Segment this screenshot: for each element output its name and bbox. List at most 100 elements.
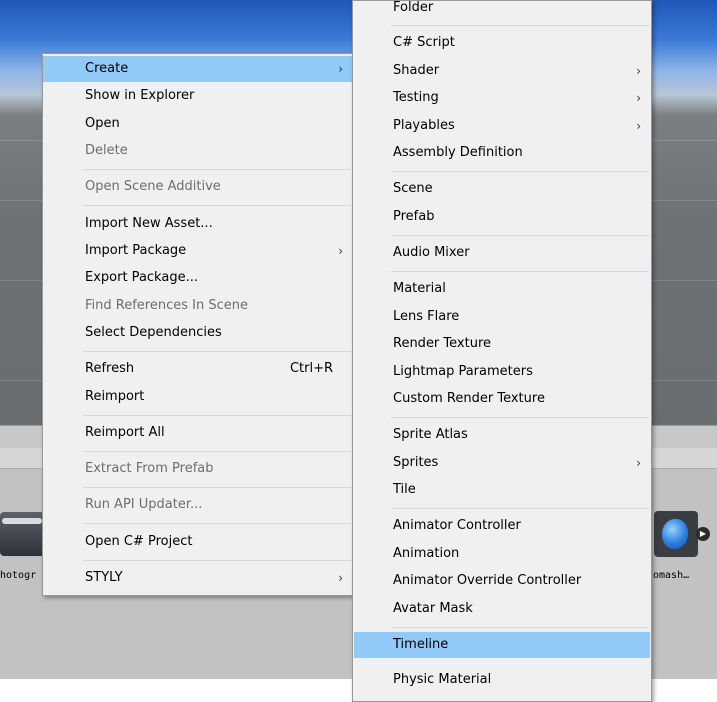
submenu-arrow-icon: › <box>636 91 641 105</box>
menu-item-label: Find References In Scene <box>85 298 248 313</box>
menu-item-refresh[interactable]: Refresh Ctrl+R <box>43 356 353 382</box>
menu-item-label: Custom Render Texture <box>393 391 545 406</box>
asset-thumbnail[interactable] <box>654 511 698 557</box>
menu-item-open-csharp-project[interactable]: Open C# Project <box>43 529 353 555</box>
menu-item-open-scene-additive: Open Scene Additive <box>43 174 353 200</box>
asset-thumbnail[interactable] <box>0 512 46 556</box>
menu-item-label: Open C# Project <box>85 534 193 549</box>
menu-item-animator-controller[interactable]: Animator Controller <box>353 513 651 539</box>
menu-item-label: Reimport All <box>85 425 165 440</box>
menu-item-physic-material[interactable]: Physic Material <box>353 667 651 693</box>
menu-separator <box>83 351 351 352</box>
menu-item-delete: Delete <box>43 138 353 164</box>
menu-item-sprite-atlas[interactable]: Sprite Atlas <box>353 422 651 448</box>
menu-item-label: Select Dependencies <box>85 325 222 340</box>
menu-item-label: Prefab <box>393 209 435 224</box>
menu-item-import-package[interactable]: Import Package › <box>43 238 353 264</box>
menu-item-label: Run API Updater... <box>85 497 203 512</box>
menu-item-sprites[interactable]: Sprites › <box>353 450 651 476</box>
menu-item-audio-mixer[interactable]: Audio Mixer <box>353 240 651 266</box>
menu-item-label: Avatar Mask <box>393 601 473 616</box>
menu-item-label: Export Package... <box>85 270 198 285</box>
menu-item-label: Testing <box>393 90 439 105</box>
menu-item-open[interactable]: Open <box>43 111 353 137</box>
menu-separator <box>83 523 351 524</box>
menu-item-avatar-mask[interactable]: Avatar Mask <box>353 596 651 622</box>
menu-separator <box>391 271 649 272</box>
menu-item-shader[interactable]: Shader › <box>353 58 651 84</box>
menu-item-shortcut: Ctrl+R <box>289 361 333 376</box>
menu-item-csharp-script[interactable]: C# Script <box>353 30 651 56</box>
menu-item-label: Open <box>85 116 120 131</box>
menu-item-render-texture[interactable]: Render Texture <box>353 331 651 357</box>
menu-item-reimport[interactable]: Reimport <box>43 384 353 410</box>
menu-item-label: Lightmap Parameters <box>393 364 533 379</box>
menu-item-animator-override-controller[interactable]: Animator Override Controller <box>353 568 651 594</box>
menu-separator <box>391 25 649 26</box>
menu-item-label: Animation <box>393 546 460 561</box>
menu-separator <box>391 235 649 236</box>
menu-item-label: Open Scene Additive <box>85 179 221 194</box>
menu-item-label: Reimport <box>85 389 145 404</box>
menu-item-label: Render Texture <box>393 336 492 351</box>
submenu-arrow-icon: › <box>338 571 343 585</box>
menu-separator <box>83 451 351 452</box>
asset-label: omash… <box>653 570 690 581</box>
menu-item-testing[interactable]: Testing › <box>353 85 651 111</box>
menu-separator <box>83 415 351 416</box>
menu-item-assembly-definition[interactable]: Assembly Definition <box>353 140 651 166</box>
menu-item-label: Delete <box>85 143 128 158</box>
menu-item-label: Create <box>85 61 129 76</box>
mesh-preview-icon <box>662 519 688 549</box>
menu-item-label: Refresh <box>85 361 135 376</box>
menu-item-animation[interactable]: Animation <box>353 541 651 567</box>
menu-item-lightmap-parameters[interactable]: Lightmap Parameters <box>353 359 651 385</box>
menu-item-label: Lens Flare <box>393 309 460 324</box>
menu-separator <box>391 627 649 628</box>
menu-item-label: Extract From Prefab <box>85 461 214 476</box>
menu-item-material[interactable]: Material <box>353 276 651 302</box>
menu-item-folder[interactable]: Folder <box>353 0 651 21</box>
menu-separator <box>83 487 351 488</box>
menu-item-export-package[interactable]: Export Package... <box>43 265 353 291</box>
menu-item-label: Import New Asset... <box>85 216 213 231</box>
menu-item-custom-render-texture[interactable]: Custom Render Texture <box>353 386 651 412</box>
asset-label: hotogr <box>0 570 37 581</box>
menu-item-label: Animator Controller <box>393 518 521 533</box>
menu-item-tile[interactable]: Tile <box>353 477 651 503</box>
menu-separator <box>391 171 649 172</box>
menu-separator <box>83 560 351 561</box>
menu-separator <box>83 169 351 170</box>
menu-item-label: Import Package <box>85 243 187 258</box>
menu-item-label: Tile <box>393 482 416 497</box>
menu-item-label: STYLY <box>85 570 123 585</box>
expand-arrow-icon[interactable]: ▶ <box>696 527 710 541</box>
menu-item-reimport-all[interactable]: Reimport All <box>43 420 353 446</box>
menu-item-timeline[interactable]: Timeline <box>354 632 650 658</box>
menu-item-styly[interactable]: STYLY › <box>43 565 353 591</box>
menu-item-extract-from-prefab: Extract From Prefab <box>43 456 353 482</box>
menu-item-show-in-explorer[interactable]: Show in Explorer <box>43 83 353 109</box>
menu-item-import-new-asset[interactable]: Import New Asset... <box>43 211 353 237</box>
create-submenu: Folder C# Script Shader › Testing › Play… <box>352 0 652 702</box>
menu-item-label: Assembly Definition <box>393 145 523 160</box>
menu-item-label: Folder <box>393 0 434 15</box>
menu-item-label: Sprite Atlas <box>393 427 468 442</box>
menu-item-label: Playables <box>393 118 455 133</box>
menu-item-label: Animator Override Controller <box>393 573 582 588</box>
context-menu: Create › Show in Explorer Open Delete Op… <box>42 53 354 596</box>
submenu-arrow-icon: › <box>338 244 343 258</box>
menu-item-prefab[interactable]: Prefab <box>353 204 651 230</box>
submenu-arrow-icon: › <box>338 62 343 76</box>
menu-item-select-dependencies[interactable]: Select Dependencies <box>43 320 353 346</box>
menu-item-lens-flare[interactable]: Lens Flare <box>353 304 651 330</box>
menu-item-label: Material <box>393 281 446 296</box>
submenu-arrow-icon: › <box>636 119 641 133</box>
menu-item-playables[interactable]: Playables › <box>353 113 651 139</box>
menu-item-label: C# Script <box>393 35 455 50</box>
menu-item-create[interactable]: Create › <box>43 56 353 82</box>
menu-item-label: Physic Material <box>393 672 492 687</box>
menu-separator <box>391 508 649 509</box>
menu-item-scene[interactable]: Scene <box>353 176 651 202</box>
menu-item-label: Shader <box>393 63 440 78</box>
